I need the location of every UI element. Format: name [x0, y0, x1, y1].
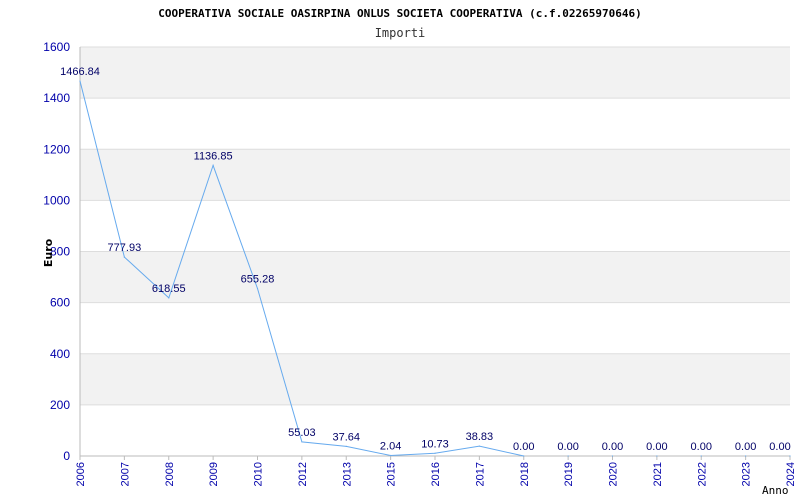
- data-label: 1136.85: [194, 150, 233, 162]
- y-tick-label: 0: [63, 449, 70, 463]
- x-tick-label: 2010: [253, 462, 265, 486]
- data-label: 0.00: [513, 441, 534, 453]
- y-tick-label: 1200: [43, 142, 70, 156]
- data-label: 0.00: [602, 441, 623, 453]
- x-tick-labels: 2006 2007 2008 2009 2010 2012 2013 2015 2016 2017…: [75, 456, 797, 486]
- y-tick-label: 1600: [43, 40, 70, 54]
- x-tick-label: 2007: [119, 462, 131, 486]
- y-tick-label: 600: [50, 296, 70, 310]
- data-label: 0.00: [691, 441, 712, 453]
- data-label: 0.00: [557, 441, 578, 453]
- data-label: 37.64: [332, 431, 360, 443]
- data-point: [345, 445, 347, 447]
- data-point: [745, 455, 747, 457]
- data-point: [523, 455, 525, 457]
- y-axis-label: Euro: [42, 238, 55, 267]
- data-point: [256, 287, 259, 290]
- data-label: 777.93: [108, 242, 142, 254]
- grid-band: [80, 149, 790, 201]
- x-tick-label: 2016: [430, 462, 442, 486]
- x-tick-label: 2017: [474, 462, 486, 486]
- grid-band: [80, 251, 790, 303]
- data-point: [79, 80, 81, 82]
- x-tick-label: 2022: [696, 462, 708, 486]
- data-label: 618.55: [152, 283, 186, 295]
- data-label: 0.00: [646, 441, 667, 453]
- y-tick-label: 400: [50, 347, 70, 361]
- data-point: [789, 455, 791, 457]
- data-point: [168, 297, 170, 299]
- chart-subtitle: Importi: [375, 26, 426, 40]
- x-tick-label: 2019: [563, 462, 575, 486]
- data-label: 1466.84: [60, 66, 100, 78]
- data-point: [700, 455, 702, 457]
- x-tick-label: 2024: [785, 462, 797, 486]
- data-label: 38.83: [466, 431, 494, 443]
- data-point: [212, 164, 214, 166]
- plot-background-bands: [80, 47, 790, 405]
- x-tick-label: 2006: [75, 462, 87, 486]
- y-tick-label: 1400: [43, 91, 70, 105]
- y-tick-label: 1000: [43, 193, 70, 207]
- x-tick-label: 2023: [741, 462, 753, 486]
- data-label: 55.03: [288, 427, 316, 439]
- data-point: [656, 455, 658, 457]
- data-label: 2.04: [380, 440, 401, 452]
- x-tick-label: 2018: [519, 462, 531, 486]
- data-point: [390, 454, 392, 457]
- data-point: [301, 441, 303, 443]
- data-point: [434, 452, 436, 454]
- grid-band: [80, 353, 790, 405]
- data-label: 10.73: [421, 438, 449, 450]
- x-tick-label: 2020: [608, 462, 620, 486]
- y-tick-label: 200: [50, 398, 70, 412]
- data-point: [611, 455, 614, 457]
- data-point: [123, 256, 125, 258]
- x-tick-label: 2008: [164, 462, 176, 486]
- x-tick-label: 2009: [208, 462, 220, 486]
- x-tick-label: 2012: [297, 462, 309, 486]
- data-label: 655.28: [241, 273, 275, 285]
- x-tick-label: 2021: [652, 462, 664, 486]
- grid-band: [80, 47, 790, 99]
- data-point: [478, 445, 480, 447]
- x-axis-label: Anno: [762, 484, 789, 497]
- data-point: [567, 455, 569, 457]
- x-tick-label: 2013: [341, 462, 353, 486]
- x-tick-label: 2015: [386, 462, 398, 486]
- data-label: 0.00: [735, 441, 756, 453]
- data-label: 0.00: [769, 441, 790, 453]
- line-chart: COOPERATIVA SOCIALE OASIRPINA ONLUS SOCI…: [42, 7, 797, 497]
- chart-title: COOPERATIVA SOCIALE OASIRPINA ONLUS SOCI…: [158, 7, 641, 20]
